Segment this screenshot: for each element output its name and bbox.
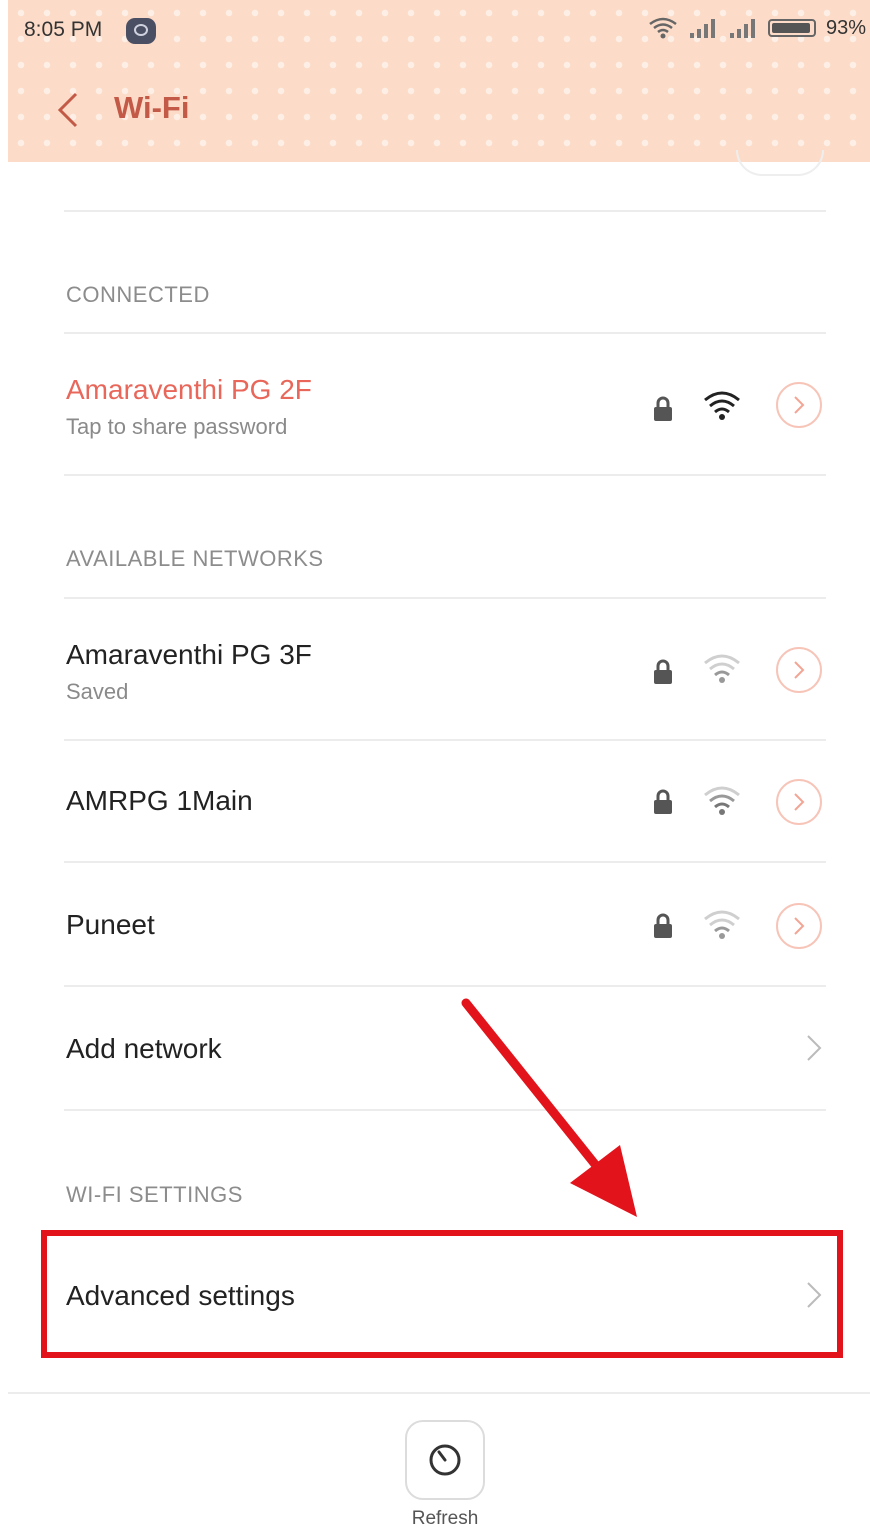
- signal-icon-1: [689, 19, 715, 38]
- refresh-icon: [429, 1444, 461, 1476]
- network-details-button[interactable]: [776, 779, 822, 825]
- network-row-connected[interactable]: Amaraventhi PG 2F Tap to share password: [64, 334, 826, 474]
- add-network-label: Add network: [66, 1033, 222, 1064]
- lock-icon: [654, 789, 672, 814]
- network-details-button[interactable]: [776, 382, 822, 428]
- network-details-button[interactable]: [776, 647, 822, 693]
- section-label-available: AVAILABLE NETWORKS: [66, 546, 324, 571]
- lock-icon: [654, 913, 672, 938]
- wifi-signal-icon: [704, 910, 740, 939]
- refresh-label: Refresh: [411, 1508, 479, 1529]
- network-row[interactable]: AMRPG 1Main: [64, 741, 826, 861]
- page-title: Wi-Fi: [114, 90, 190, 125]
- lock-icon: [654, 659, 672, 684]
- network-details-button[interactable]: [776, 903, 822, 949]
- advanced-settings-row[interactable]: Advanced settings: [64, 1236, 826, 1354]
- wifi-status-icon: [649, 17, 677, 39]
- divider: [64, 474, 826, 476]
- divider: [64, 210, 826, 212]
- wifi-signal-icon: [704, 654, 740, 683]
- chevron-right-icon: [807, 1282, 822, 1308]
- divider: [64, 1109, 826, 1111]
- network-row[interactable]: Puneet: [64, 863, 826, 985]
- notification-icon: [126, 18, 156, 44]
- chevron-right-icon: [794, 396, 805, 414]
- chevron-right-icon: [794, 917, 805, 935]
- section-label-settings: WI-FI SETTINGS: [66, 1182, 243, 1207]
- network-name: Amaraventhi PG 2F: [66, 374, 312, 405]
- signal-icon-2: [729, 19, 755, 38]
- back-arrow-icon[interactable]: [54, 92, 84, 128]
- wifi-signal-icon: [704, 391, 740, 420]
- app-header: 8:05 PM 93% Wi-Fi: [8, 0, 870, 162]
- network-name: Amaraventhi PG 3F: [66, 639, 312, 670]
- advanced-settings-label: Advanced settings: [66, 1280, 295, 1311]
- add-network-row[interactable]: Add network: [64, 987, 826, 1109]
- network-subtitle: Saved: [66, 679, 129, 704]
- section-label-connected: CONNECTED: [66, 282, 210, 307]
- scrolled-toggle-edge: [736, 150, 824, 176]
- network-name: Puneet: [66, 909, 155, 940]
- chevron-right-icon: [794, 661, 805, 679]
- status-indicators: 93%: [648, 16, 866, 40]
- chevron-right-icon: [807, 1035, 822, 1061]
- wifi-signal-icon: [704, 786, 740, 815]
- network-row[interactable]: Amaraventhi PG 3F Saved: [64, 599, 826, 739]
- battery-percent: 93%: [825, 16, 866, 39]
- lock-icon: [654, 396, 672, 421]
- divider: [8, 1392, 870, 1394]
- network-name: AMRPG 1Main: [66, 785, 253, 816]
- chevron-right-icon: [794, 793, 805, 811]
- refresh-button[interactable]: [405, 1420, 485, 1500]
- battery-icon: [767, 19, 816, 37]
- network-subtitle: Tap to share password: [66, 414, 288, 439]
- status-time: 8:05 PM: [24, 18, 103, 41]
